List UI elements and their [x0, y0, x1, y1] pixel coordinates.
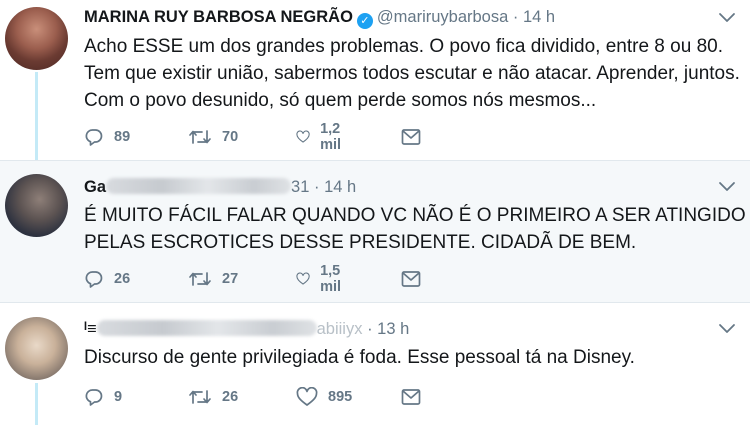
tweet-text: Acho ESSE um dos grandes problemas. O po…: [84, 33, 740, 114]
like-count: 1,2 mil: [320, 121, 342, 153]
author-handle[interactable]: @mariruybarbosa: [377, 8, 508, 26]
verified-badge-icon: ✓: [356, 13, 373, 29]
retweet-button[interactable]: 26: [188, 386, 238, 408]
tweet-text-line: Discurso de gente privilegiada é foda. E…: [84, 347, 635, 368]
retweet-count: 27: [222, 271, 239, 287]
retweet-icon: [189, 272, 211, 286]
direct-message-icon: [401, 389, 421, 405]
separator: ·: [367, 320, 373, 338]
caret-down-icon[interactable]: [718, 12, 736, 24]
reply-button[interactable]: 89: [84, 126, 130, 148]
retweet-icon: [189, 390, 211, 404]
tweet-header: MARINA RUY BARBOSA NEGRÃO ✓ @mariruybarbos…: [84, 6, 555, 29]
like-count: 895: [328, 389, 353, 405]
author-handle-partial[interactable]: abiiiyx: [317, 320, 363, 338]
retweet-icon: [189, 130, 211, 144]
direct-message-icon: [401, 129, 421, 145]
like-icon: [296, 387, 318, 406]
tweet-text-line: Tem que existir união, sabermos todos es…: [84, 63, 740, 84]
tweet-header: Ga 31 · 14 h: [84, 176, 356, 198]
tweet-text-line: É MUITO FÁCIL FALAR QUANDO VC NÃO É O PR…: [84, 205, 746, 226]
separator: ·: [313, 178, 320, 196]
direct-message-button[interactable]: [401, 126, 421, 148]
avatar[interactable]: [5, 7, 68, 70]
tweet-text: É MUITO FÁCIL FALAR QUANDO VC NÃO É O PR…: [84, 202, 746, 256]
tweet-reply[interactable]: ᴵ≡ abiiiyx · 13 h Discurso de gente privi…: [0, 302, 750, 425]
retweet-button[interactable]: 27: [188, 268, 238, 290]
separator: ·: [512, 8, 519, 26]
direct-message-button[interactable]: [401, 386, 421, 408]
reply-button[interactable]: 26: [84, 268, 130, 290]
reply-count: 89: [114, 129, 131, 145]
author-handle-partial[interactable]: 31: [291, 178, 309, 196]
retweet-count: 70: [222, 129, 239, 145]
thread-line: [35, 72, 38, 160]
reply-icon: [85, 129, 103, 146]
author-name[interactable]: MARINA RUY BARBOSA NEGRÃO: [84, 8, 353, 26]
retweet-count: 26: [222, 389, 239, 405]
like-button[interactable]: 1,2 mil: [296, 121, 349, 153]
redaction-blur: [96, 320, 317, 336]
caret-down-icon[interactable]: [718, 181, 736, 193]
retweet-button[interactable]: 70: [188, 126, 238, 148]
like-icon: [296, 130, 310, 143]
caret-down-icon[interactable]: [718, 323, 736, 335]
like-icon: [296, 272, 310, 285]
timestamp[interactable]: 14 h: [523, 8, 555, 26]
reply-icon: [85, 389, 103, 406]
timestamp[interactable]: 14 h: [324, 178, 356, 196]
redaction-blur: [106, 178, 292, 194]
timestamp[interactable]: 13 h: [377, 320, 409, 338]
author-name-partial[interactable]: Ga: [84, 178, 106, 196]
tweet-text-line: PELAS ESCROTICES DESSE PRESIDENTE. CIDAD…: [84, 232, 637, 253]
tweet-main[interactable]: MARINA RUY BARBOSA NEGRÃO ✓ @mariruybarbos…: [0, 0, 750, 160]
reply-button[interactable]: 9: [84, 386, 122, 408]
like-count: 1,5 mil: [320, 263, 342, 295]
tweet-text: Discurso de gente privilegiada é foda. E…: [84, 344, 635, 371]
avatar[interactable]: [5, 317, 68, 380]
author-name-partial[interactable]: ᴵ≡: [84, 320, 97, 338]
tweet-header: ᴵ≡ abiiiyx · 13 h: [84, 318, 409, 340]
direct-message-icon: [401, 271, 421, 287]
like-button[interactable]: 1,5 mil: [296, 263, 349, 295]
reply-count: 26: [114, 271, 131, 287]
tweet-text-line: Com o povo desunido, só quem perde somos…: [84, 90, 597, 111]
reply-count: 9: [114, 389, 123, 405]
tweet-reply[interactable]: Ga 31 · 14 h É MUITO FÁCIL FALAR QUANDO V…: [0, 160, 750, 303]
direct-message-button[interactable]: [401, 268, 421, 290]
avatar[interactable]: [5, 174, 68, 237]
reply-icon: [85, 271, 103, 288]
tweet-text-line: Acho ESSE um dos grandes problemas. O po…: [84, 36, 723, 57]
like-button[interactable]: 895: [296, 386, 352, 408]
thread-line: [35, 383, 38, 425]
